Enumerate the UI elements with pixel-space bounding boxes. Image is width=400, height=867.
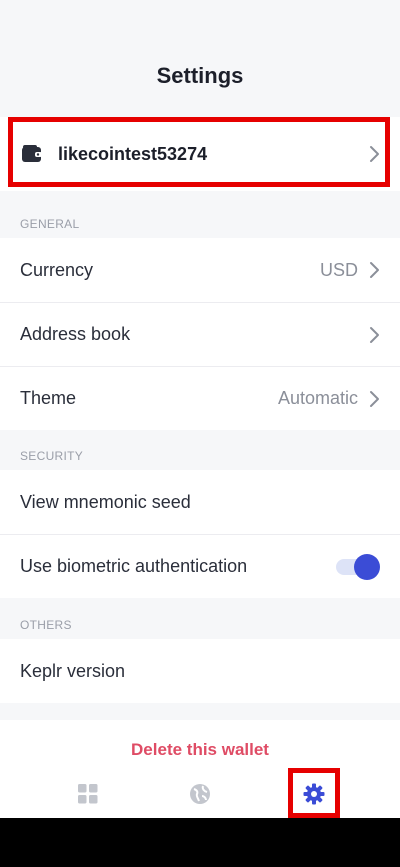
currency-row[interactable]: Currency USD (0, 238, 400, 302)
bottom-tab-bar (0, 720, 400, 818)
currency-value: USD (319, 259, 358, 280)
section-label-general: GENERAL (20, 217, 80, 231)
chevron-right-icon (370, 146, 379, 162)
biometric-toggle[interactable] (336, 553, 380, 580)
biometric-label: Use biometric authentication (20, 556, 248, 576)
wallet-name: likecointest53274 (58, 143, 208, 164)
wallet-row[interactable]: likecointest53274 (0, 117, 400, 191)
biometric-row: Use biometric authentication (0, 535, 400, 598)
address-book-label: Address book (20, 324, 131, 344)
theme-value: Automatic (277, 388, 358, 408)
toggle-knob (354, 553, 380, 580)
theme-row[interactable]: Theme Automatic (0, 367, 400, 430)
gear-icon[interactable] (303, 783, 325, 805)
address-book-row[interactable]: Address book (0, 303, 400, 366)
section-label-security: SECURITY (20, 449, 84, 463)
mnemonic-row[interactable]: View mnemonic seed (0, 470, 400, 534)
globe-icon[interactable] (189, 783, 211, 805)
wallet-icon (22, 145, 42, 162)
chevron-right-icon (370, 390, 379, 407)
version-row[interactable]: Keplr version (0, 639, 400, 703)
theme-label: Theme (20, 388, 77, 408)
header: Settings (0, 0, 400, 108)
delete-wallet-button[interactable]: Delete this wallet (0, 740, 400, 760)
currency-label: Currency (20, 259, 94, 280)
chevron-right-icon (370, 262, 379, 278)
section-label-others: OTHERS (20, 618, 72, 632)
chevron-right-icon (370, 326, 379, 343)
system-bar (0, 818, 400, 867)
mnemonic-label: View mnemonic seed (20, 491, 191, 512)
page-title: Settings (156, 63, 244, 88)
grid-icon[interactable] (78, 784, 98, 804)
version-label: Keplr version (20, 660, 126, 681)
